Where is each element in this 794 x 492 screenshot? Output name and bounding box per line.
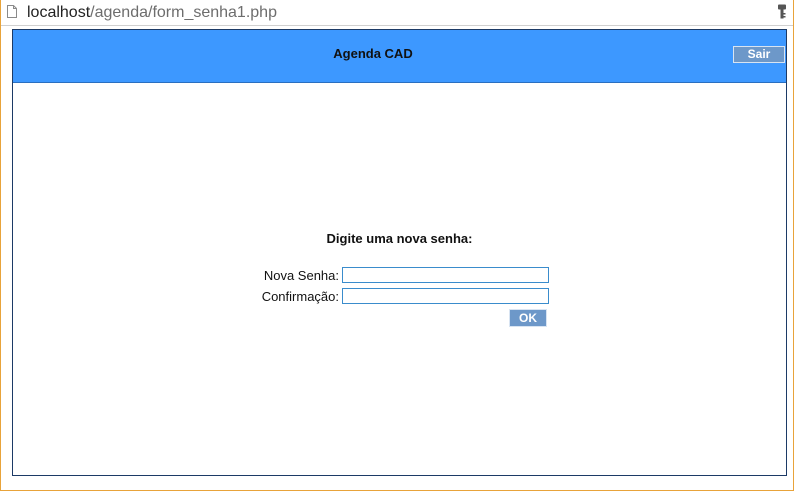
confirm-password-input[interactable] [342, 288, 549, 304]
logout-button[interactable]: Sair [733, 46, 785, 63]
app-header: Agenda CAD Sair [13, 30, 786, 83]
url-text[interactable]: localhost/agenda/form_senha1.php [27, 3, 277, 22]
confirm-password-label: Confirmação: [261, 289, 339, 304]
page-icon [7, 5, 17, 18]
url-host: localhost [27, 4, 91, 21]
key-icon[interactable] [777, 4, 787, 20]
url-path: /agenda/form_senha1.php [90, 4, 277, 21]
app-title: Agenda CAD [333, 46, 413, 61]
new-password-input[interactable] [342, 267, 549, 283]
page-frame: Agenda CAD Sair Digite uma nova senha: N… [12, 29, 787, 476]
new-password-label: Nova Senha: [263, 268, 339, 283]
address-bar[interactable]: localhost/agenda/form_senha1.php [1, 0, 793, 26]
browser-window: localhost/agenda/form_senha1.php Agenda … [0, 0, 794, 491]
form-heading: Digite uma nova senha: [326, 231, 473, 246]
password-form: Digite uma nova senha: Nova Senha: Confi… [13, 82, 786, 475]
ok-button[interactable]: OK [509, 309, 547, 327]
